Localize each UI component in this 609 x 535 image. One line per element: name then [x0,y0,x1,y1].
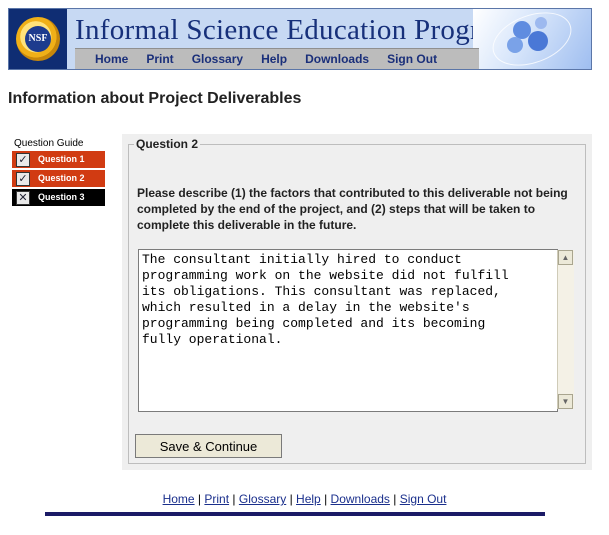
question-legend: Question 2 [134,137,201,151]
footer-link-home[interactable]: Home [163,492,195,506]
nav-help[interactable]: Help [261,52,287,66]
guide-item-question-1[interactable]: ✓ Question 1 [12,151,105,168]
footer-link-sign-out[interactable]: Sign Out [400,492,447,506]
nav-sign-out[interactable]: Sign Out [387,52,437,66]
nsf-logo-text: NSF [25,26,51,52]
nsf-logo[interactable]: NSF [9,9,67,69]
molecule-graphic [473,9,591,69]
nav-glossary[interactable]: Glossary [192,52,243,66]
footer-nav: Home | Print | Glossary | Help | Downloa… [0,492,609,506]
footer-link-help[interactable]: Help [296,492,321,506]
answer-textarea[interactable]: The consultant initially hired to conduc… [138,249,558,412]
question-panel: Please describe (1) the factors that con… [122,134,592,470]
nav-print[interactable]: Print [146,52,173,66]
footer-link-print[interactable]: Print [204,492,229,506]
guide-item-label: Question 3 [34,190,105,205]
guide-item-label: Question 1 [34,152,105,167]
question-fieldset: Please describe (1) the factors that con… [128,144,586,464]
site-title: Informal Science Education Program [75,14,517,46]
footer-link-glossary[interactable]: Glossary [239,492,286,506]
nav-downloads[interactable]: Downloads [305,52,369,66]
footer-separator: | [393,492,397,506]
nav-home[interactable]: Home [95,52,128,66]
footer-separator: | [324,492,328,506]
question-prompt: Please describe (1) the factors that con… [137,186,568,232]
checkmark-icon: ✓ [16,152,30,167]
footer-separator: | [232,492,236,506]
top-nav: Home Print Glossary Help Downloads Sign … [75,48,479,69]
save-continue-button[interactable]: Save & Continue [135,434,282,458]
site-header: NSF Informal Science Education Program H… [8,8,592,70]
guide-item-label: Question 2 [34,171,105,186]
scroll-down-arrow-icon[interactable]: ▼ [558,394,573,409]
footer-separator: | [197,492,202,506]
question-guide: Question Guide ✓ Question 1 ✓ Question 2… [12,138,105,206]
scroll-up-arrow-icon[interactable]: ▲ [558,250,573,265]
checkmark-icon: ✓ [16,171,30,186]
answer-scrollbar[interactable]: ▲ ▼ [557,250,574,409]
page-title: Information about Project Deliverables [8,90,302,107]
guide-item-question-2[interactable]: ✓ Question 2 [12,170,105,187]
footer-separator: | [289,492,293,506]
guide-item-question-3[interactable]: ✕ Question 3 [12,189,105,206]
footer-link-downloads[interactable]: Downloads [331,492,390,506]
footer-divider [45,512,545,516]
question-guide-label: Question Guide [14,138,84,149]
x-mark-icon: ✕ [16,190,30,205]
